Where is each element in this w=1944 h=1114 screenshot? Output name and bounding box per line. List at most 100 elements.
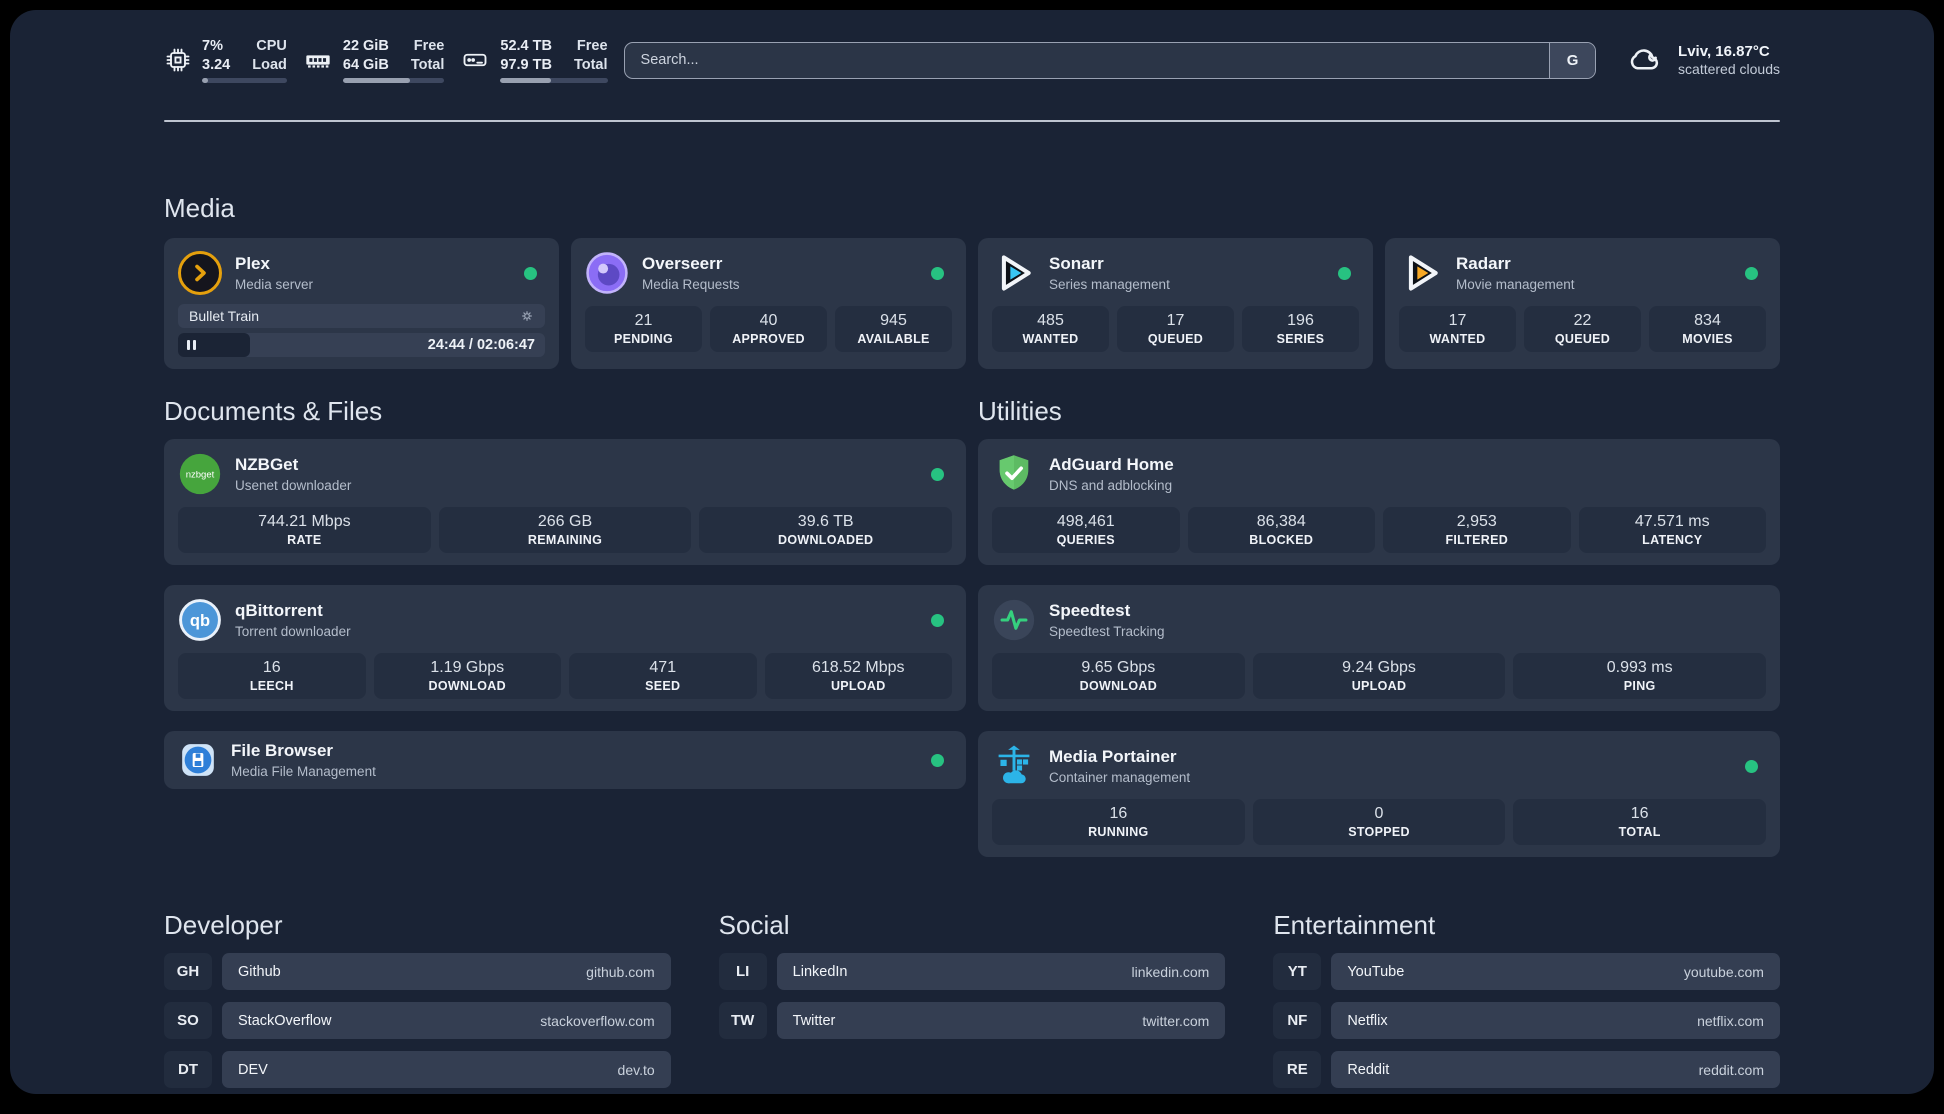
search-bar: G [623,41,1597,79]
links-social: Social LI LinkedIn linkedin.com TW Twitte… [718,909,1226,1088]
stat-available: 945 AVAILABLE [835,306,952,352]
app-desc: Media server [235,276,314,292]
link-row-netflix: NF Netflix netflix.com [1273,1002,1780,1039]
stat-total: 16 TOTAL [1513,799,1767,845]
app-desc: DNS and adblocking [1049,477,1173,493]
link-stackoverflow[interactable]: StackOverflow stackoverflow.com [222,1002,671,1039]
stat-rate: 744.21 Mbps RATE [178,507,431,553]
stat-series: 196 SERIES [1242,306,1359,352]
app-card-qbittorrent[interactable]: qb qBittorrent Torrent downloader 16 LEEC… [164,585,966,711]
status-online-dot [1745,759,1758,773]
app-name: Media Portainer [1049,747,1177,767]
disk-free-label: Free [576,37,608,54]
section-title-entertainment: Entertainment [1273,910,1436,940]
disk-progress [500,78,608,84]
link-tag: YT [1273,953,1322,990]
plex-now-playing: Bullet Train 24:44 / 02:06:47 [178,304,545,357]
app-name: qBittorrent [235,601,323,621]
app-name: File Browser [231,741,334,761]
links-entertainment: Entertainment YT YouTube youtube.com NF N… [1273,909,1780,1088]
status-online-dot [931,753,944,767]
header-divider [164,120,1780,122]
adguard-icon [992,452,1036,496]
app-card-sonarr[interactable]: Sonarr Series management 485 WANTED 17 QUE… [978,238,1373,369]
search-engine-button[interactable]: G [1549,42,1596,78]
app-name: AdGuard Home [1049,455,1174,475]
sonarr-icon [992,251,1036,295]
link-twitter[interactable]: Twitter twitter.com [776,1002,1226,1039]
app-card-speedtest[interactable]: Speedtest Speedtest Tracking 9.65 Gbps DO… [978,585,1780,711]
link-tag: SO [164,1002,212,1039]
app-card-radarr[interactable]: Radarr Movie management 17 WANTED 22 QUEUE… [1385,238,1780,369]
app-card-adguard[interactable]: AdGuard Home DNS and adblocking 498,461 Q… [978,439,1780,565]
app-desc: Media File Management [231,763,376,779]
radarr-icon [1399,251,1443,295]
section-title-documents: Documents & Files [164,396,383,426]
cpu-icon [166,48,190,72]
link-row-github: GH Github github.com [164,953,671,990]
stat-blocked: 86,384 BLOCKED [1187,507,1375,553]
now-playing-title-row: Bullet Train [178,304,545,328]
portainer-icon [992,744,1036,788]
pause-icon [187,340,196,350]
stat-download: 1.19 Gbps DOWNLOAD [373,653,561,699]
section-title-developer: Developer [164,910,283,940]
playback-progress-bar[interactable]: 24:44 / 02:06:47 [178,333,545,357]
status-online-dot [931,266,944,280]
link-reddit[interactable]: Reddit reddit.com [1331,1051,1780,1088]
playback-progress-fill [178,333,250,357]
link-tag: LI [718,953,767,990]
link-github[interactable]: Github github.com [222,953,671,990]
link-tag: GH [164,953,212,990]
documents-column: Documents & Files nzbget NZBGet Usenet d… [164,395,966,857]
stat-upload: 9.24 Gbps UPLOAD [1252,653,1506,699]
link-netflix[interactable]: Netflix netflix.com [1331,1002,1780,1039]
app-desc: Torrent downloader [235,623,351,639]
weather-condition: scattered clouds [1678,61,1780,77]
gear-icon [522,311,532,321]
link-row-stackoverflow: SO StackOverflow stackoverflow.com [164,1002,671,1039]
dashboard: 7% 3.24 CPU Load 22 GiB 64 GiB Free Total [10,10,1934,1094]
link-row-linkedin: LI LinkedIn linkedin.com [718,953,1226,990]
ram-free: 22 GiB [342,37,389,54]
status-online-dot [931,613,944,627]
top-bar: 7% 3.24 CPU Load 22 GiB 64 GiB Free Total [164,36,1780,84]
weather-widget[interactable]: Lviv, 16.87°C scattered clouds [1624,42,1780,78]
cpu-stat: 7% 3.24 CPU Load [164,37,287,84]
cpu-usage: 7% [202,37,223,54]
app-card-portainer[interactable]: Media Portainer Container management 16 R… [978,731,1780,857]
link-row-twitter: TW Twitter twitter.com [718,1002,1226,1039]
section-title-media: Media [164,193,235,223]
ram-progress [342,78,445,84]
section-title-utilities: Utilities [978,396,1062,426]
link-row-youtube: YT YouTube youtube.com [1273,953,1780,990]
stat-pending: 21 PENDING [585,306,702,352]
link-tag: TW [718,1002,767,1039]
stat-leech: 16 LEECH [178,653,366,699]
app-card-overseerr[interactable]: Overseerr Media Requests 21 PENDING 40 APP… [571,238,966,369]
stat-upload: 618.52 Mbps UPLOAD [764,653,952,699]
app-card-nzbget[interactable]: nzbget NZBGet Usenet downloader 744.21 M… [164,439,966,565]
link-youtube[interactable]: YouTube youtube.com [1331,953,1780,990]
media-grid: Plex Media server Bullet Train 24:44 / 0… [164,238,1780,369]
app-card-plex[interactable]: Plex Media server Bullet Train 24:44 / 0… [164,238,559,369]
playback-time: 24:44 / 02:06:47 [427,337,535,353]
player-settings-button[interactable] [519,308,545,324]
app-desc: Media Requests [642,276,740,292]
search-input[interactable] [624,42,1550,78]
disk-total-label: Total [573,57,608,73]
link-linkedin[interactable]: LinkedIn linkedin.com [776,953,1226,990]
app-desc: Container management [1049,769,1191,785]
cloud-icon [1630,49,1659,70]
svg-text:nzbget: nzbget [186,469,215,480]
status-online-dot [524,266,537,280]
app-name: Overseerr [642,254,723,274]
cpu-load: 3.24 [202,57,231,73]
nzbget-icon: nzbget [178,452,222,496]
status-online-dot [1338,266,1351,280]
ram-stat: 22 GiB 64 GiB Free Total [303,37,445,84]
links-developer: Developer GH Github github.com SO StackOv… [164,909,671,1088]
link-dev[interactable]: DEV dev.to [222,1051,671,1088]
link-tag: RE [1273,1051,1322,1088]
app-card-filebrowser[interactable]: File Browser Media File Management [164,731,966,789]
